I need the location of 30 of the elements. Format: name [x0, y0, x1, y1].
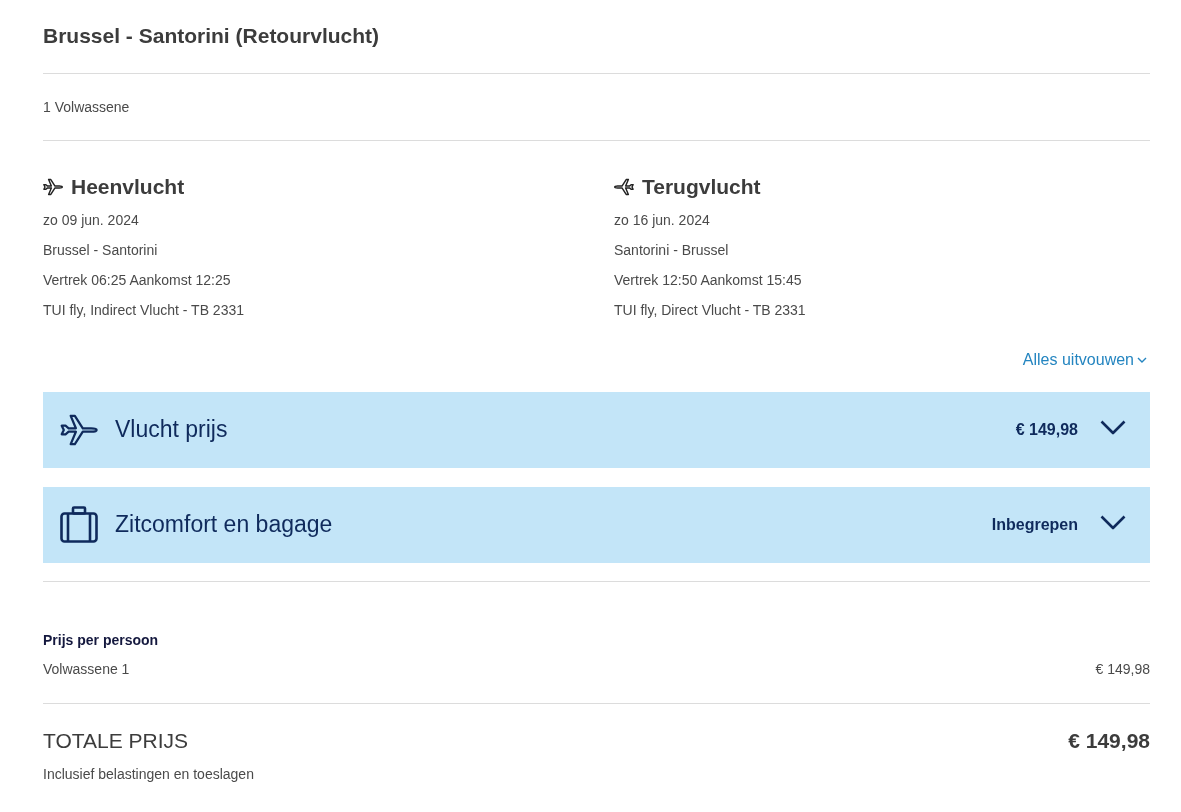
accordion-panel[interactable]: Vlucht prijs € 149,98: [43, 392, 1150, 468]
section-heading: Prijs per persoon: [43, 632, 160, 649]
page-title: Brussel - Santorini (Retourvlucht): [43, 22, 380, 49]
flight-times: Vertrek 12:50 Aankomst 15:45: [614, 271, 802, 290]
total-price: € 149,98: [1068, 728, 1150, 754]
flight-carrier: TUI fly, Direct Vlucht - TB 2331: [614, 301, 806, 320]
panel-value: Inbegrepen: [991, 516, 1078, 534]
suitcase-icon: [60, 506, 98, 544]
tax-note: Inclusief belastingen en toeslagen: [43, 765, 255, 784]
flight-route: Santorini - Brussel: [614, 241, 729, 260]
passenger-label: Volwassene 1: [43, 660, 130, 679]
passenger-count: 1 Volwassene: [43, 98, 130, 117]
flight-route: Brussel - Santorini: [43, 241, 158, 260]
flight-date: zo 09 jun. 2024: [43, 211, 139, 230]
passenger-price: € 149,98: [1095, 660, 1150, 679]
flight-heading: Terugvlucht: [642, 174, 761, 200]
flight-times: Vertrek 06:25 Aankomst 12:25: [43, 271, 231, 290]
total-label: TOTALE PRIJS: [43, 728, 189, 754]
panel-title: Zitcomfort en bagage: [115, 510, 334, 539]
chevron-down-icon: [1137, 357, 1147, 363]
panel-value: € 149,98: [1015, 421, 1078, 439]
panel-title: Vlucht prijs: [115, 415, 229, 444]
plane-right-icon: [43, 177, 63, 197]
flight-carrier: TUI fly, Indirect Vlucht - TB 2331: [43, 301, 244, 320]
plane-left-icon: [614, 177, 634, 197]
flight-date: zo 16 jun. 2024: [614, 211, 710, 230]
flight-heading: Heenvlucht: [71, 174, 185, 200]
expand-all-link[interactable]: Alles uitvouwen: [1022, 350, 1147, 370]
accordion-panel[interactable]: Zitcomfort en bagage Inbegrepen: [43, 487, 1150, 563]
plane-icon: [60, 413, 98, 447]
